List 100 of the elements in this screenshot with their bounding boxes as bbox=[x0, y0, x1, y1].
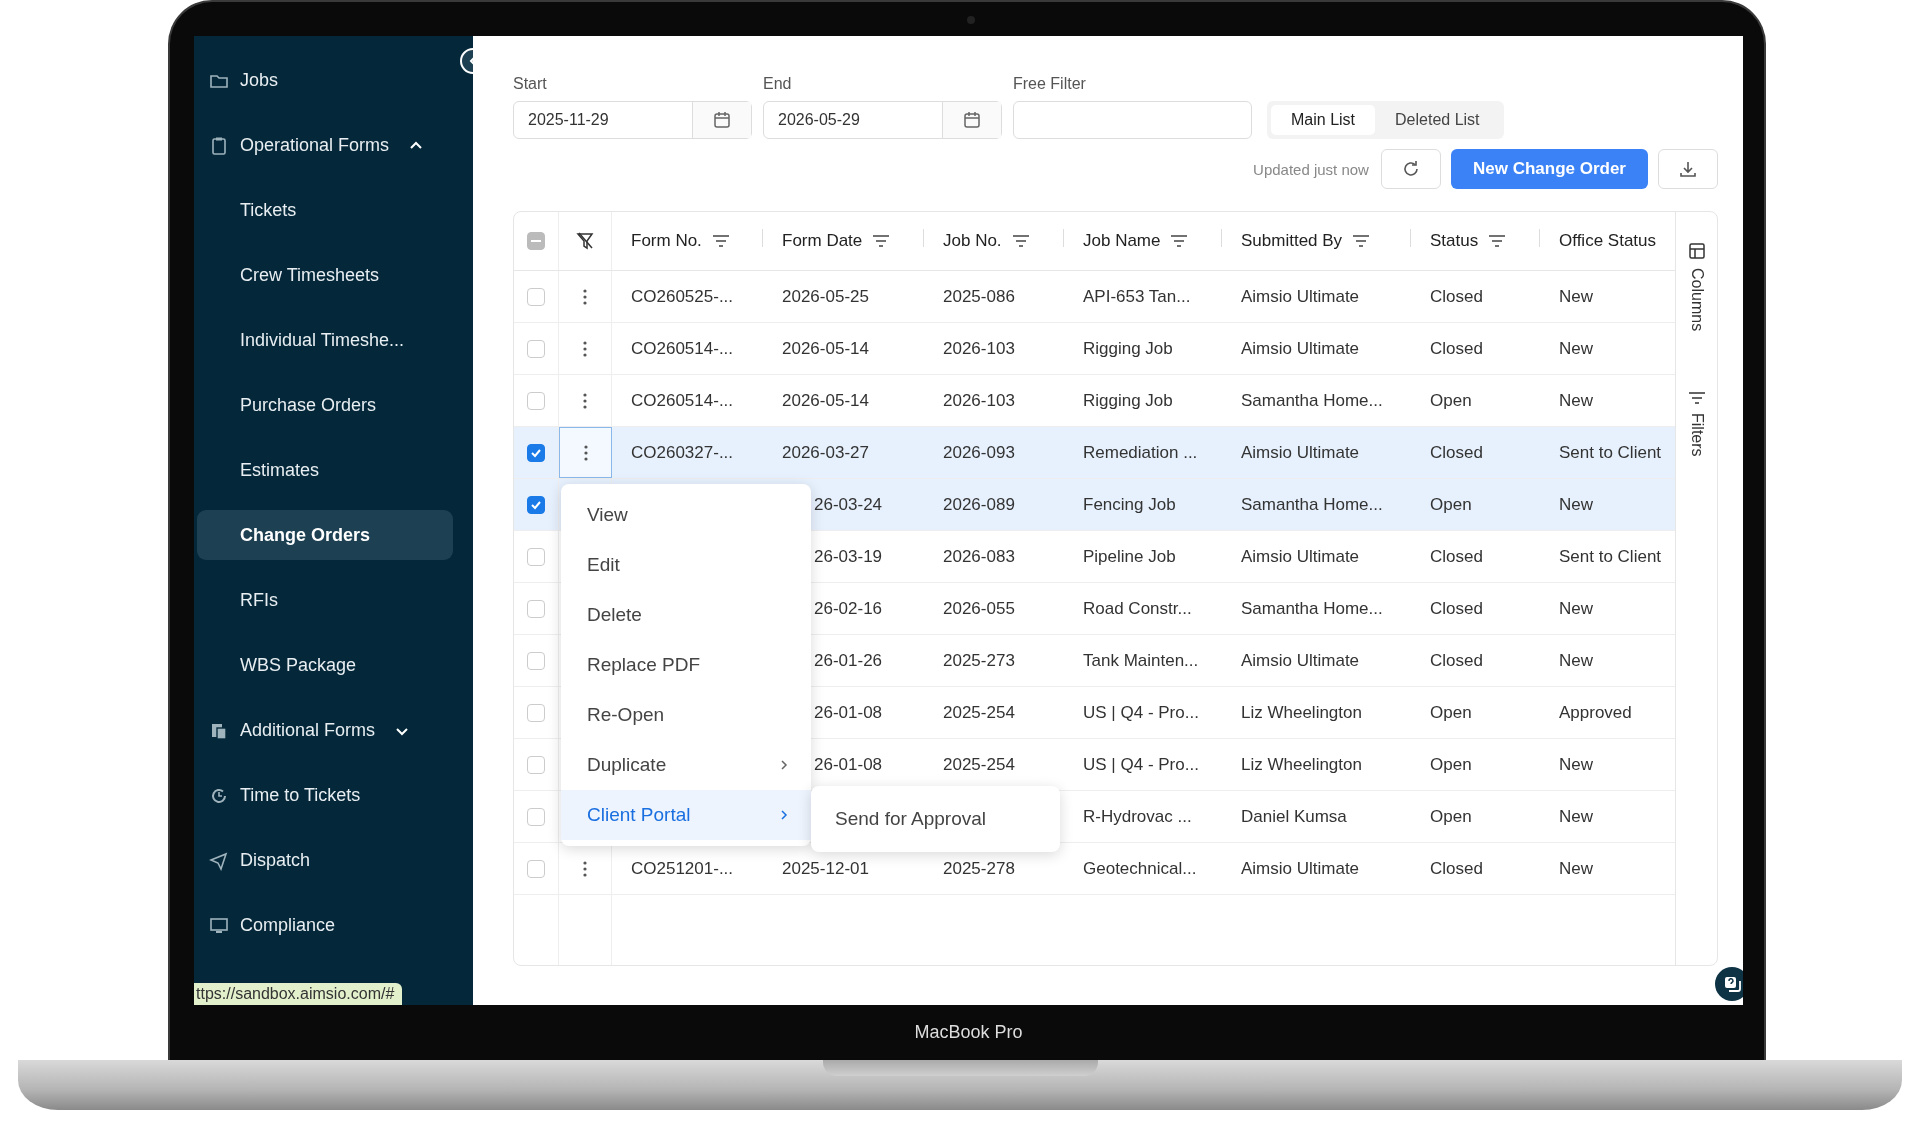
row-checkbox[interactable] bbox=[527, 547, 545, 566]
table-cell: Open bbox=[1430, 494, 1472, 515]
table-cell: Liz Wheelington bbox=[1241, 702, 1362, 723]
sidebar-item[interactable]: RFIs bbox=[197, 568, 470, 633]
column-header[interactable]: Submitted By bbox=[1241, 231, 1343, 251]
clipboard-icon bbox=[209, 135, 229, 156]
table-cell: CO260525-... bbox=[631, 286, 734, 307]
table-cell: Open bbox=[1430, 702, 1472, 723]
laptop-label: MacBook Pro bbox=[914, 1022, 1023, 1043]
table-cell: Closed bbox=[1430, 286, 1483, 307]
field-label: Free Filter bbox=[1013, 75, 1087, 93]
sidebar-item[interactable]: Tickets bbox=[197, 178, 470, 243]
table-cell: Road Constr... bbox=[1083, 598, 1192, 619]
side-tab[interactable]: Columns bbox=[1687, 268, 1706, 332]
side-tab[interactable]: Filters bbox=[1687, 413, 1706, 457]
camera-icon bbox=[967, 16, 975, 24]
table-cell: 2026-083 bbox=[943, 546, 1015, 567]
filter-icon[interactable] bbox=[1687, 391, 1706, 406]
table-cell: 2026-089 bbox=[943, 494, 1015, 515]
filter-icon[interactable] bbox=[872, 234, 891, 248]
table-cell: 2026-103 bbox=[943, 338, 1015, 359]
column-header[interactable]: Job Name bbox=[1083, 231, 1161, 251]
table-cell: 2026-03-27 bbox=[782, 442, 869, 463]
table-cell: 2026-055 bbox=[943, 598, 1015, 619]
table-cell: Sent to Client bbox=[1559, 546, 1662, 567]
table-cell: Closed bbox=[1430, 442, 1483, 463]
sidebar-item[interactable]: Change Orders bbox=[197, 510, 453, 560]
filter-icon[interactable] bbox=[1011, 234, 1030, 248]
table-cell: Aimsio Ultimate bbox=[1241, 338, 1360, 359]
calendar-icon[interactable] bbox=[712, 110, 732, 130]
table-cell: Closed bbox=[1430, 546, 1483, 567]
row-checkbox[interactable] bbox=[527, 599, 545, 618]
table-cell: CO251201-... bbox=[631, 858, 734, 879]
input-field[interactable]: 2025-11-29 bbox=[513, 101, 752, 139]
column-header[interactable]: Status bbox=[1430, 231, 1479, 251]
column-header[interactable]: Office Status bbox=[1559, 231, 1656, 251]
table-cell: Open bbox=[1430, 806, 1472, 827]
sidebar-item[interactable]: Dispatch bbox=[197, 828, 470, 893]
menu-item[interactable]: Duplicate bbox=[561, 740, 811, 790]
menu-item[interactable]: Client Portal bbox=[561, 790, 811, 840]
new-change-order-button[interactable]: New Change Order bbox=[1450, 149, 1648, 189]
table-cell: New bbox=[1559, 806, 1593, 827]
sidebar-item[interactable]: Estimates bbox=[197, 438, 470, 503]
sidebar-item[interactable]: Individual Timeshe... bbox=[197, 308, 470, 373]
list-tab[interactable]: Deleted List bbox=[1375, 105, 1500, 135]
table-cell: Tank Mainten... bbox=[1083, 650, 1199, 671]
table-cell: 2026-093 bbox=[943, 442, 1015, 463]
clear-filter-icon[interactable] bbox=[575, 231, 595, 251]
table-cell: Rigging Job bbox=[1083, 338, 1173, 359]
download-button[interactable] bbox=[1658, 149, 1718, 189]
row-checkbox[interactable] bbox=[527, 339, 545, 358]
table-cell: Daniel Kumsa bbox=[1241, 806, 1347, 827]
column-header[interactable]: Form No. bbox=[631, 231, 702, 251]
input-field[interactable]: 2026-05-29 bbox=[763, 101, 1002, 139]
send-icon bbox=[209, 850, 229, 871]
row-checkbox[interactable] bbox=[527, 651, 545, 670]
select-all-checkbox[interactable] bbox=[527, 232, 545, 250]
table-cell: 2025-254 bbox=[943, 754, 1015, 775]
row-checkbox[interactable] bbox=[527, 287, 545, 306]
sidebar-item[interactable]: Jobs bbox=[197, 48, 470, 113]
table-row[interactable]: CO260514-... 2026-05-14 2026-103 Rigging Job Aimsio Ultimate Closed New bbox=[514, 323, 1675, 375]
table-cell: 2026-05-14 bbox=[782, 390, 869, 411]
table-cell: Closed bbox=[1430, 338, 1483, 359]
table-cell: 2025-12-01 bbox=[782, 858, 869, 879]
row-checkbox[interactable] bbox=[527, 391, 545, 410]
menu-item[interactable]: Send for Approval bbox=[811, 794, 1060, 844]
sidebar-item[interactable]: Operational Forms bbox=[197, 113, 470, 178]
table-cell: New bbox=[1559, 286, 1593, 307]
row-checkbox[interactable] bbox=[527, 859, 545, 878]
table-cell: Aimsio Ultimate bbox=[1241, 286, 1360, 307]
sidebar-item[interactable]: Time to Tickets bbox=[197, 763, 470, 828]
column-header[interactable]: Job No. bbox=[943, 231, 1002, 251]
row-checkbox[interactable] bbox=[527, 807, 545, 826]
row-checkbox[interactable] bbox=[527, 755, 545, 774]
table-row[interactable]: CO260327-... 2026-03-27 2026-093 Remediation ... Aimsio Ultimate Closed Sent to Client bbox=[514, 427, 1675, 479]
sidebar-item[interactable]: Compliance bbox=[197, 893, 470, 958]
input-field[interactable] bbox=[1013, 101, 1252, 139]
filter-icon[interactable] bbox=[1170, 234, 1189, 248]
row-checkbox[interactable] bbox=[527, 703, 545, 722]
filter-icon[interactable] bbox=[1488, 234, 1507, 248]
table-cell: Open bbox=[1430, 754, 1472, 775]
sidebar-item[interactable]: Purchase Orders bbox=[197, 373, 470, 438]
sidebar-item[interactable]: WBS Package bbox=[197, 633, 470, 698]
help-button[interactable] bbox=[1715, 967, 1743, 1001]
sidebar-item[interactable]: Crew Timesheets bbox=[197, 243, 470, 308]
row-checkbox[interactable] bbox=[527, 495, 545, 514]
table-cell: Pipeline Job bbox=[1083, 546, 1176, 567]
menu-item[interactable]: Replace PDF bbox=[561, 640, 811, 690]
table-cell: US | Q4 - Pro... bbox=[1083, 702, 1199, 723]
row-checkbox[interactable] bbox=[527, 443, 545, 462]
sidebar-item[interactable]: Additional Forms bbox=[197, 698, 470, 763]
refresh-button[interactable] bbox=[1380, 149, 1441, 189]
menu-item[interactable]: Re-Open bbox=[561, 690, 811, 740]
calendar-icon[interactable] bbox=[962, 110, 982, 130]
columns-icon[interactable] bbox=[1687, 242, 1706, 260]
filter-icon[interactable] bbox=[711, 234, 730, 248]
filter-icon[interactable] bbox=[1352, 234, 1371, 248]
column-header[interactable]: Form Date bbox=[782, 231, 863, 251]
list-tab[interactable]: Main List bbox=[1271, 105, 1376, 135]
table-row[interactable]: CO260525-... 2026-05-25 2025-086 API-653 Tan... Aimsio Ultimate Closed New bbox=[514, 271, 1675, 323]
